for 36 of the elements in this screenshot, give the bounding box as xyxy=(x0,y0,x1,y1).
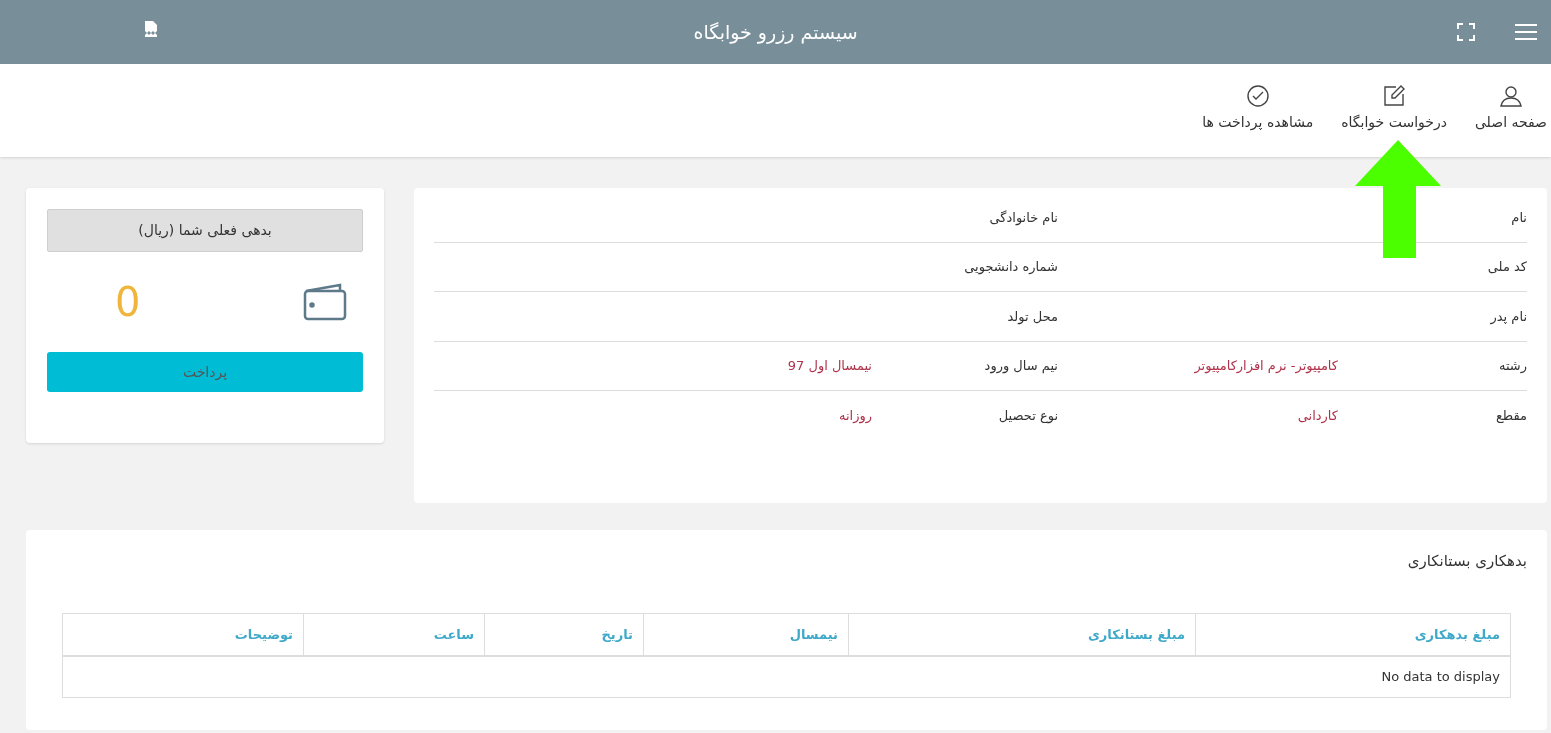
wallet-icon xyxy=(303,283,347,321)
check-circle-icon xyxy=(1245,84,1270,108)
field-label: نیم سال ورود xyxy=(984,358,1058,373)
field-label: نام xyxy=(1511,209,1527,225)
empty-message: No data to display xyxy=(62,656,1511,697)
broken-image-icon xyxy=(144,20,158,38)
menu-icon[interactable] xyxy=(1515,24,1537,40)
pay-button[interactable]: پرداخت xyxy=(47,352,363,392)
field-value: کامپیوتر- نرم افزارکامپیوتر xyxy=(1194,358,1338,373)
user-icon xyxy=(1499,84,1523,108)
fullscreen-icon[interactable] xyxy=(1457,23,1475,41)
column-header[interactable]: تاریخ xyxy=(484,613,644,656)
debt-heading: بدهی فعلی شما (ریال) xyxy=(47,209,363,252)
field-value: کاردانی xyxy=(1297,408,1338,423)
field-label: کد ملی xyxy=(1487,259,1527,274)
nav-link[interactable]: مشاهده پرداخت ها xyxy=(1202,84,1314,133)
field-label: رشته xyxy=(1498,358,1527,373)
nav-link[interactable]: صفحه اصلی xyxy=(1474,84,1547,133)
column-header[interactable]: ساعت xyxy=(303,613,485,656)
page-title: سیستم رزرو خوابگاه xyxy=(693,19,858,46)
column-header[interactable]: نیمسال xyxy=(643,613,849,656)
section-title: بدهکاری بستانکاری xyxy=(1407,551,1527,572)
field-label: مقطع xyxy=(1495,408,1527,423)
field-label: محل تولد xyxy=(1007,308,1058,324)
field-label: نام خانوادگی xyxy=(989,209,1058,225)
field-value: روزانه xyxy=(838,408,872,423)
field-label: نام پدر xyxy=(1490,308,1527,324)
nav-link[interactable]: درخواست خوابگاه xyxy=(1341,84,1447,133)
field-label: نوع تحصیل xyxy=(998,408,1058,423)
edit-icon xyxy=(1382,84,1407,108)
field-label: شماره دانشجویی xyxy=(964,259,1058,274)
column-header[interactable]: مبلغ بدهکاری xyxy=(1195,613,1511,656)
debt-amount: 0 xyxy=(115,278,141,327)
field-value: نیمسال اول 97 xyxy=(787,358,872,373)
column-header[interactable]: توضیحات xyxy=(62,613,304,656)
column-header[interactable]: مبلغ بستانکاری xyxy=(848,613,1196,656)
